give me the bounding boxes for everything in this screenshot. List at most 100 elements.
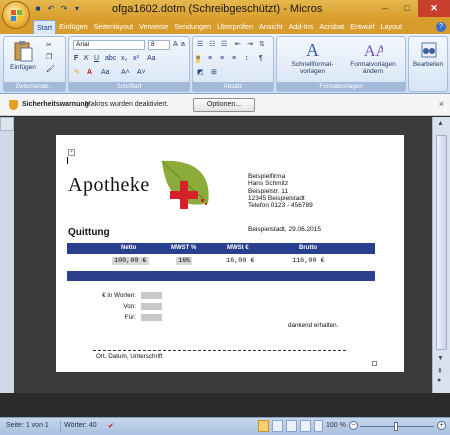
zoom-in-icon[interactable]: + bbox=[437, 421, 446, 430]
change-case-icon[interactable]: Aa bbox=[147, 55, 156, 63]
align-center-icon[interactable]: ≡ bbox=[208, 55, 212, 63]
save-icon[interactable]: ■ bbox=[33, 4, 43, 14]
vertical-scrollbar[interactable]: ▲ ▼ ⇞ ● bbox=[432, 117, 450, 393]
full-screen-view-icon[interactable] bbox=[272, 420, 283, 432]
word-count[interactable]: Wörter: 40 bbox=[64, 422, 97, 429]
tab-acrobat[interactable]: Acrobat bbox=[316, 20, 347, 35]
tab-add-ins[interactable]: Add-Ins bbox=[286, 20, 317, 35]
justify-icon[interactable]: ≡ bbox=[232, 55, 236, 63]
bullets-icon[interactable]: ☰ bbox=[197, 41, 203, 49]
draft-view-icon[interactable] bbox=[314, 420, 323, 432]
undo-icon[interactable]: ↶ bbox=[46, 4, 56, 14]
zoom-slider-thumb[interactable] bbox=[394, 422, 398, 431]
italic-icon[interactable]: K bbox=[84, 55, 89, 63]
bold-icon[interactable]: F bbox=[74, 55, 78, 63]
copy-icon[interactable]: ❐ bbox=[46, 54, 52, 62]
tab-selector[interactable] bbox=[0, 117, 14, 131]
pharmacy-logo-icon bbox=[161, 160, 209, 209]
decrease-indent-icon[interactable]: ⇤ bbox=[235, 41, 241, 49]
signature-line bbox=[93, 350, 346, 351]
shrink-size-icon[interactable]: A˅ bbox=[137, 69, 146, 77]
paragraph-group: ☰ ☷ ☲ ⇤ ⇥ ⇅ ≡ ≡ ≡ ≡ ↕ ¶ ◩ ⊞ Absatz bbox=[192, 36, 274, 92]
quick-styles-button[interactable]: A Schnellformat-vorlagen bbox=[285, 39, 340, 75]
superscript-icon[interactable]: x² bbox=[133, 55, 139, 63]
document-page[interactable]: + Apotheke Beispielfirma Hans Schmitz Be… bbox=[56, 135, 404, 372]
align-left-icon[interactable]: ≡ bbox=[196, 55, 201, 63]
borders-icon[interactable]: ⊞ bbox=[211, 69, 217, 77]
change-styles-button[interactable]: AA Formatvorlagen ändern bbox=[343, 39, 403, 75]
mwst-percent-value[interactable]: 16% bbox=[176, 257, 193, 265]
maximize-button[interactable]: □ bbox=[396, 0, 418, 17]
numbering-icon[interactable]: ☷ bbox=[209, 41, 215, 49]
outline-view-icon[interactable] bbox=[300, 420, 311, 432]
strikethrough-icon[interactable]: abc bbox=[105, 55, 116, 63]
format-painter-icon[interactable]: 🖌 bbox=[46, 66, 55, 74]
web-layout-view-icon[interactable] bbox=[286, 420, 297, 432]
pharmacy-brand: Apotheke bbox=[68, 174, 150, 196]
tab-seitenlayout[interactable]: Seitenlayout bbox=[91, 20, 137, 35]
tab-verweise[interactable]: Verweise bbox=[136, 20, 171, 35]
editing-button[interactable] bbox=[411, 41, 447, 61]
close-button[interactable]: ✕ bbox=[418, 0, 450, 17]
text-cursor bbox=[67, 157, 68, 164]
font-size-field[interactable]: 8 bbox=[148, 40, 170, 50]
font-color-icon[interactable]: A bbox=[87, 69, 92, 77]
grow-font-icon[interactable]: A bbox=[173, 41, 178, 49]
subscript-icon[interactable]: x₂ bbox=[121, 55, 127, 63]
line-spacing-icon[interactable]: ↕ bbox=[245, 55, 249, 63]
tab-ansicht[interactable]: Ansicht bbox=[256, 20, 286, 35]
align-right-icon[interactable]: ≡ bbox=[220, 55, 224, 63]
previous-page-icon[interactable]: ⇞ bbox=[437, 367, 443, 375]
title-bar: ■ ↶ ↷ ▾ ofga1602.dotm (Schreibgeschützt)… bbox=[0, 0, 450, 20]
help-icon[interactable]: ? bbox=[436, 22, 446, 32]
increase-indent-icon[interactable]: ⇥ bbox=[247, 41, 253, 49]
svg-text:AA: AA bbox=[364, 43, 383, 59]
document-title: Quittung bbox=[68, 227, 110, 238]
horizontal-area bbox=[0, 393, 450, 417]
scroll-down-icon[interactable]: ▼ bbox=[437, 355, 444, 362]
brutto-value: 116,00 € bbox=[292, 257, 325, 265]
tab-layout[interactable]: Layout bbox=[378, 20, 406, 35]
customize-qat-icon[interactable]: ▾ bbox=[72, 4, 82, 14]
clear-format-icon[interactable]: Aa bbox=[101, 69, 110, 77]
highlight-icon[interactable]: ✎ bbox=[74, 69, 80, 77]
minimize-button[interactable]: – bbox=[374, 0, 396, 17]
scroll-up-icon[interactable]: ▲ bbox=[437, 120, 444, 127]
browse-object-icon[interactable]: ● bbox=[437, 377, 441, 384]
pilcrow-icon[interactable]: ¶ bbox=[259, 55, 263, 63]
multilevel-icon[interactable]: ☲ bbox=[221, 41, 227, 49]
table-move-handle-icon[interactable]: + bbox=[68, 149, 75, 156]
options-button[interactable]: Optionen... bbox=[193, 98, 255, 112]
proofing-icon[interactable]: ✔ bbox=[108, 422, 114, 430]
paste-button[interactable]: Einfügen bbox=[8, 40, 38, 71]
grow-size-icon[interactable]: A˄ bbox=[121, 69, 130, 77]
underline-icon[interactable]: U bbox=[94, 55, 99, 63]
tab-sendungen[interactable]: Sendungen bbox=[171, 20, 214, 35]
for-field[interactable] bbox=[141, 314, 162, 321]
font-name-field[interactable]: Arial bbox=[73, 40, 145, 50]
page-count[interactable]: Seite: 1 von 1 bbox=[6, 422, 49, 429]
tab-start[interactable]: Start bbox=[33, 20, 57, 35]
redo-icon[interactable]: ↷ bbox=[59, 4, 69, 14]
office-button[interactable] bbox=[2, 1, 30, 29]
document-area: + Apotheke Beispielfirma Hans Schmitz Be… bbox=[14, 117, 432, 393]
close-warning-icon[interactable]: × bbox=[439, 99, 444, 109]
shading-icon[interactable]: ◩ bbox=[197, 69, 204, 77]
cut-icon[interactable]: ✂ bbox=[46, 42, 52, 50]
zoom-level[interactable]: 100 % bbox=[326, 422, 346, 429]
tab-entwurf[interactable]: Entwurf bbox=[347, 20, 377, 35]
netto-value[interactable]: 100,00 € bbox=[112, 257, 149, 265]
font-group: Arial 8 A a F K U abc x₂ x² Aa ✎ A Aa A˄… bbox=[68, 36, 190, 92]
place-date: Beispielstadt, 29.06.2015 bbox=[248, 226, 321, 233]
zoom-out-icon[interactable]: − bbox=[349, 421, 358, 430]
amount-words-field[interactable] bbox=[141, 292, 162, 299]
tab-einfügen[interactable]: Einfügen bbox=[56, 20, 90, 35]
shrink-font-icon[interactable]: a bbox=[181, 41, 185, 49]
sort-icon[interactable]: ⇅ bbox=[259, 41, 265, 49]
editing-group-label: Bearbeiten bbox=[413, 61, 443, 68]
tab-überprüfen[interactable]: Überprüfen bbox=[214, 20, 256, 35]
print-layout-view-icon[interactable] bbox=[258, 420, 269, 432]
from-field[interactable] bbox=[141, 303, 162, 310]
scrollbar-thumb[interactable] bbox=[436, 135, 447, 350]
styles-group: A Schnellformat-vorlagen AA Formatvorlag… bbox=[276, 36, 406, 92]
